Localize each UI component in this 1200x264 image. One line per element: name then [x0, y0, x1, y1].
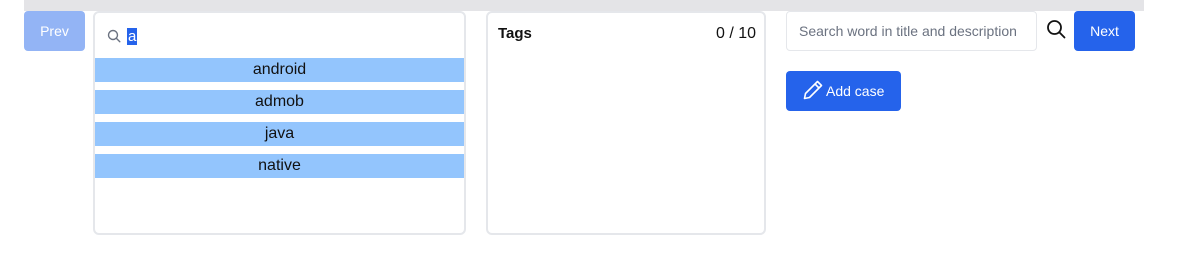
tags-count: 0 / 10: [715, 25, 756, 42]
tags-title: Tags: [498, 25, 532, 42]
tags-panel: Tags 0 / 10: [486, 11, 766, 235]
tag-search-query[interactable]: a: [127, 27, 138, 45]
search-icon: [107, 29, 121, 43]
next-button[interactable]: Next: [1074, 11, 1135, 51]
search-input[interactable]: [786, 11, 1037, 51]
pencil-icon: [802, 79, 824, 104]
tag-option-android[interactable]: android: [95, 58, 464, 82]
add-case-button[interactable]: Add case: [786, 71, 901, 111]
tag-options-list: android admob java native: [95, 58, 464, 186]
tag-option-native[interactable]: native: [95, 154, 464, 178]
tag-option-admob[interactable]: admob: [95, 90, 464, 114]
top-bar: [24, 0, 1144, 11]
tag-option-java[interactable]: java: [95, 122, 464, 146]
search-button[interactable]: [1043, 18, 1069, 44]
search-icon: [1046, 19, 1066, 44]
prev-button[interactable]: Prev: [24, 11, 85, 51]
add-case-label: Add case: [826, 83, 885, 99]
tag-search-row[interactable]: a: [107, 26, 138, 46]
tag-search-panel: a android admob java native: [93, 11, 466, 235]
